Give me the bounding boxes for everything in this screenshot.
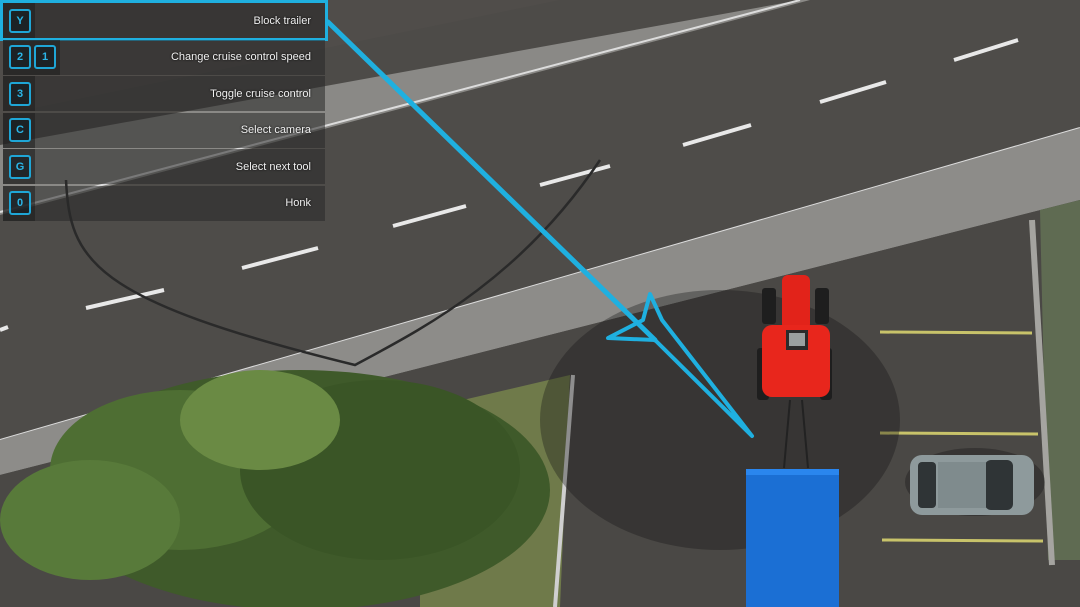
binding-row-honk[interactable]: 0 Honk: [3, 185, 325, 221]
key-bindings-panel: Y Block trailer 2 1 Change cruise contro…: [0, 0, 328, 222]
binding-label: Select next tool: [235, 160, 311, 173]
key-badge: Y: [9, 8, 31, 33]
binding-row-block-trailer[interactable]: Y Block trailer: [0, 0, 328, 41]
binding-label: Honk: [285, 197, 311, 209]
key-badge: 1: [34, 45, 56, 69]
key-badge: G: [9, 154, 31, 179]
tree-shadow: [540, 290, 900, 550]
binding-label: Change cruise control speed: [170, 51, 311, 63]
binding-label: Select camera: [240, 124, 311, 136]
grey-hatchback: [905, 448, 1045, 516]
blue-trailer: [746, 469, 839, 607]
binding-row-next-tool[interactable]: G Select next tool: [3, 149, 325, 184]
binding-label: Toggle cruise control: [210, 87, 311, 100]
key-badge: C: [9, 118, 31, 142]
key-badge: 2: [9, 45, 31, 69]
key-badge: 0: [9, 191, 31, 215]
key-badge: 3: [9, 81, 31, 106]
binding-row-toggle-cruise[interactable]: 3 Toggle cruise control: [3, 76, 325, 111]
binding-row-select-camera[interactable]: C Select camera: [3, 112, 325, 148]
binding-label: Block trailer: [253, 14, 311, 27]
binding-row-cruise-speed[interactable]: 2 1 Change cruise control speed: [3, 39, 325, 75]
